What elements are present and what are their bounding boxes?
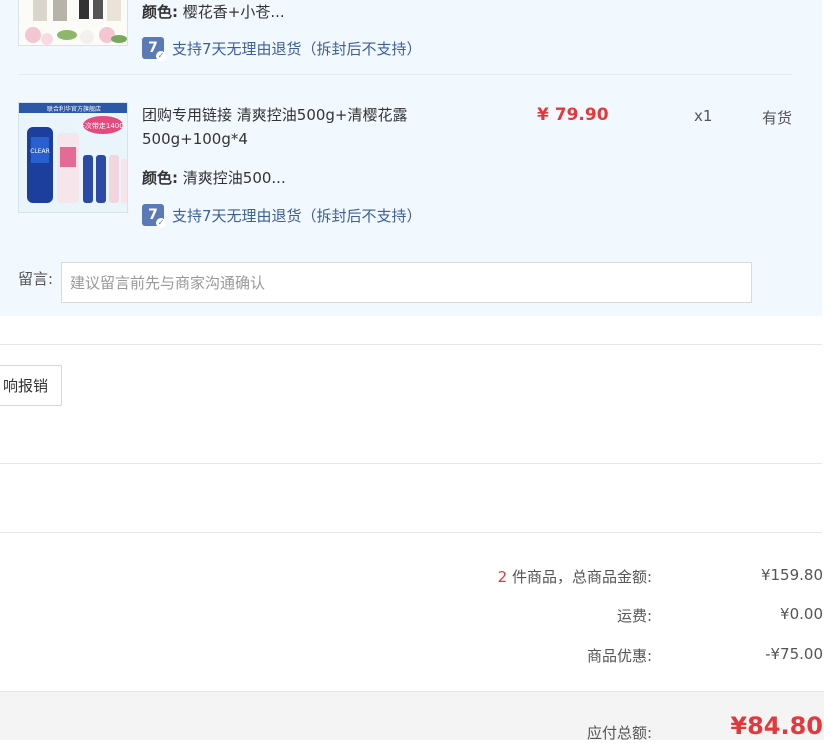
product-title[interactable]: 团购专用链接 清爽控油500g+清樱花露500g+100g*4 bbox=[142, 103, 442, 151]
seven-day-return-icon: 7 ✓ bbox=[142, 204, 166, 228]
color-value: 樱花香+小苍... bbox=[182, 3, 285, 21]
image-banner-text: 联合利华官方旗舰店 bbox=[47, 105, 101, 113]
discount-label: 商品优惠: bbox=[586, 647, 652, 665]
return-policy-text: 支持7天无理由退货（拆封后不支持） bbox=[172, 206, 422, 225]
shipping-label: 运费: bbox=[616, 607, 652, 625]
image-badge-text: 一次带走1400g bbox=[78, 121, 128, 130]
item-divider bbox=[18, 74, 792, 75]
return-policy-text: 支持7天无理由退货（拆封后不支持） bbox=[172, 39, 422, 58]
check-icon: ✓ bbox=[156, 51, 166, 61]
payable-value: ¥84.80 bbox=[730, 712, 823, 740]
order-items-panel: 颜色: 樱花香+小苍... 7 ✓ 支持7天无理由退货（拆封后不支持） 联合利华… bbox=[0, 0, 822, 316]
stock-status: 有货 bbox=[762, 109, 793, 127]
goods-total-value: ¥159.80 bbox=[760, 566, 823, 584]
item-1-color: 颜色: 樱花香+小苍... bbox=[142, 1, 285, 22]
image-brand-text: CLEAR bbox=[30, 148, 50, 155]
product-price: ¥ 79.90 bbox=[537, 105, 609, 125]
payable-label: 应付总额: bbox=[586, 724, 652, 742]
message-label: 留言: bbox=[18, 270, 54, 288]
color-value: 清爽控油500... bbox=[182, 169, 286, 187]
reimburse-button[interactable]: 响报销 bbox=[0, 365, 62, 406]
item-1-return-policy[interactable]: 7 ✓ 支持7天无理由退货（拆封后不支持） bbox=[142, 37, 422, 61]
item-2-return-policy[interactable]: 7 ✓ 支持7天无理由退货（拆封后不支持） bbox=[142, 204, 422, 228]
section-divider bbox=[0, 463, 822, 464]
product-image-shampoo: 联合利华官方旗舰店 CLEAR 一次带走1400g bbox=[19, 103, 128, 212]
section-divider bbox=[0, 344, 822, 345]
section-divider bbox=[0, 532, 822, 533]
color-key: 颜色: bbox=[142, 3, 178, 21]
item-2-color: 颜色: 清爽控油500... bbox=[142, 167, 286, 188]
product-thumbnail-1[interactable] bbox=[18, 0, 128, 46]
total-bar bbox=[0, 691, 824, 740]
message-input[interactable] bbox=[61, 262, 752, 303]
item-count: 2 bbox=[497, 568, 508, 586]
product-thumbnail-2[interactable]: 联合利华官方旗舰店 CLEAR 一次带走1400g bbox=[18, 102, 128, 213]
discount-value: -¥75.00 bbox=[765, 645, 823, 663]
seven-day-return-icon: 7 ✓ bbox=[142, 37, 166, 61]
check-icon: ✓ bbox=[156, 218, 166, 228]
product-quantity: x1 bbox=[694, 107, 713, 125]
item-count-suffix: 件商品，总商品金额: bbox=[511, 568, 652, 586]
goods-total-label: 2 件商品，总商品金额: bbox=[498, 566, 652, 587]
product-image-floral bbox=[19, 0, 127, 45]
shipping-value: ¥0.00 bbox=[780, 605, 823, 623]
color-key: 颜色: bbox=[142, 169, 178, 187]
